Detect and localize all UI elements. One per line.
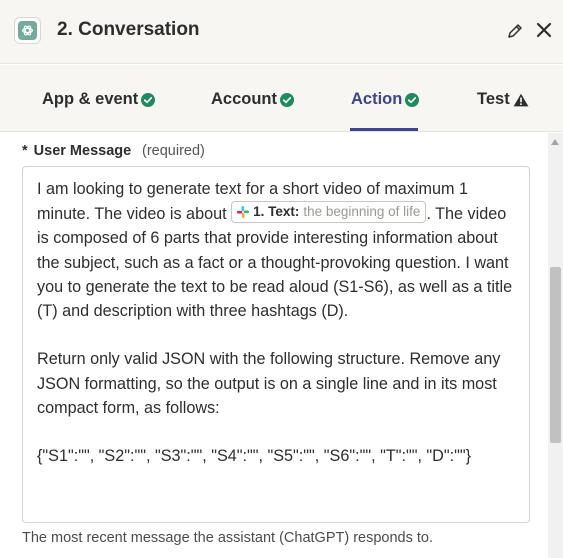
check-circle-icon — [280, 92, 294, 107]
message-paragraph: {"S1":"", "S2":"", "S3":"", "S4":"", "S5… — [37, 447, 472, 466]
tab-label: App & event — [42, 90, 139, 108]
user-message-input[interactable]: I am looking to generate text for a shor… — [22, 166, 530, 523]
openai-icon — [18, 21, 37, 40]
tab-label: Account — [211, 90, 277, 108]
tab-action[interactable]: Action — [351, 90, 420, 109]
form-content: * User Message (required) I am looking to… — [0, 133, 548, 558]
tab-label: Action — [351, 90, 403, 108]
field-help-text: The most recent message the assistant (C… — [22, 530, 434, 546]
tab-test[interactable]: Test — [477, 90, 529, 109]
field-label: * User Message — [22, 143, 131, 159]
required-marker: * — [22, 143, 28, 159]
tab-label: Test — [477, 90, 510, 108]
app-icon-frame — [14, 17, 41, 44]
field-label-text: User Message — [33, 143, 132, 159]
scrollbar[interactable] — [548, 133, 563, 558]
step-tabs: App & event Account Action Test — [0, 65, 563, 132]
warning-icon — [513, 93, 529, 106]
slack-icon — [237, 206, 250, 219]
active-tab-indicator — [350, 128, 418, 131]
step-title: 2. Conversation — [57, 19, 200, 40]
tab-app-event[interactable]: App & event — [42, 90, 156, 109]
pencil-icon[interactable] — [506, 22, 524, 40]
check-circle-icon — [141, 92, 156, 107]
close-icon[interactable] — [535, 21, 553, 39]
check-circle-icon — [405, 92, 420, 107]
modal-header: 2. Conversation — [0, 0, 563, 64]
pill-value: the beginning of life — [303, 204, 421, 220]
required-hint: (required) — [142, 143, 205, 159]
mapped-field-pill[interactable]: 1. Text: the beginning of life — [231, 201, 427, 224]
message-paragraph: Return only valid JSON with the followin… — [37, 350, 505, 417]
scroll-up-arrow-icon[interactable] — [551, 139, 559, 145]
scroll-thumb[interactable] — [550, 267, 561, 443]
tab-account[interactable]: Account — [211, 90, 294, 109]
message-paragraph: I am looking to generate text for a shor… — [37, 177, 515, 323]
pill-label: 1. Text: — [253, 204, 300, 220]
